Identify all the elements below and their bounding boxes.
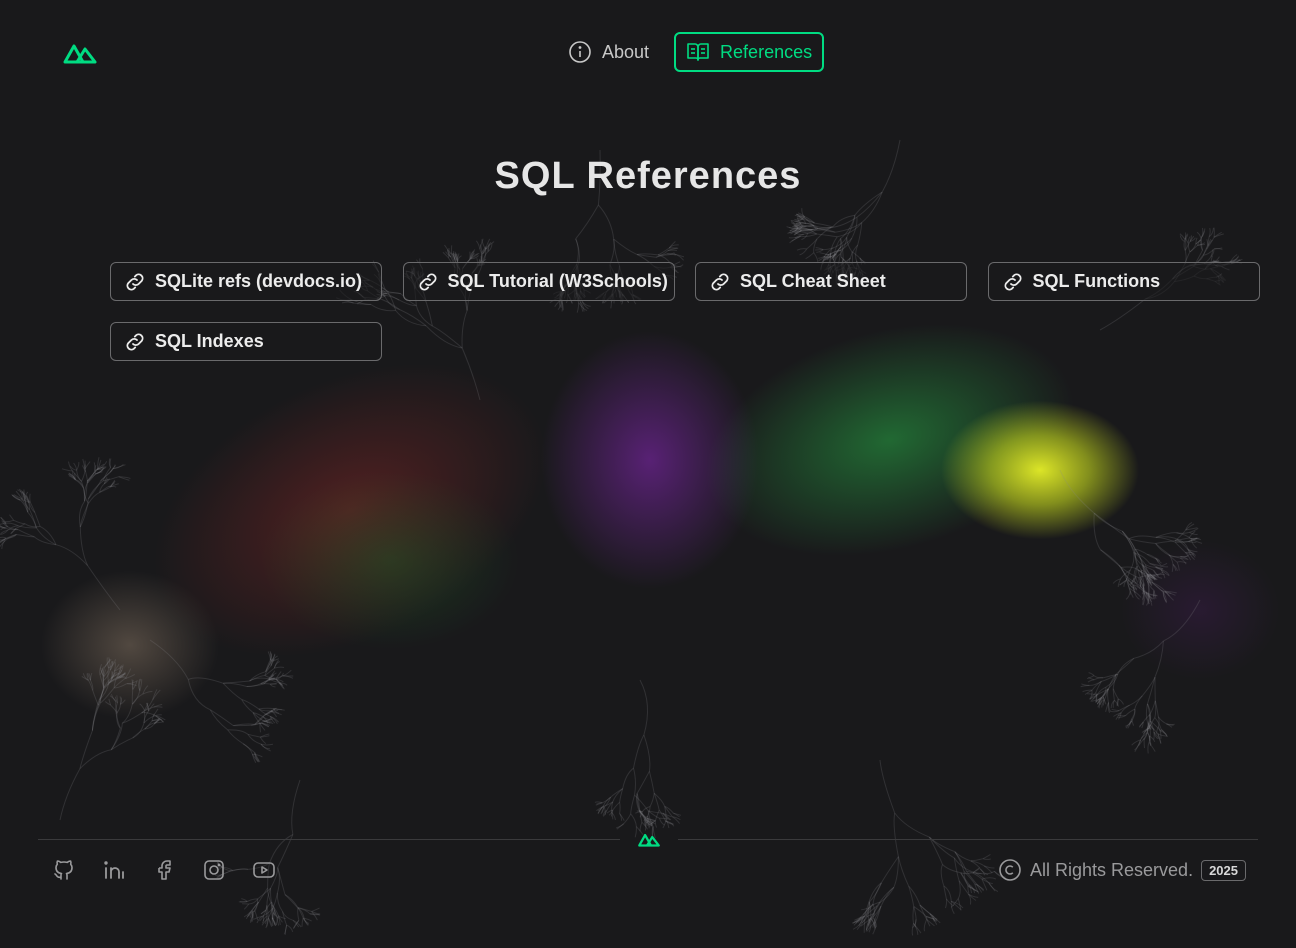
reference-links-grid: SQLite refs (devdocs.io) SQL Tutorial (W… [110,262,1260,361]
link-icon [419,273,436,290]
ref-link-sql-tutorial-w3schools[interactable]: SQL Tutorial (W3Schools) [402,262,675,301]
ref-link-label: SQLite refs (devdocs.io) [155,271,363,291]
info-circle-icon [569,41,591,63]
ref-link-sql-cheat-sheet[interactable]: SQL Cheat Sheet [695,262,967,301]
rights-text: All Rights Reserved. [1030,859,1194,880]
link-icon [711,273,729,290]
link-icon [1004,273,1021,290]
ref-link-sqlite-devdocs[interactable]: SQLite refs (devdocs.io) [110,262,382,301]
social-links [52,858,276,882]
github-icon[interactable] [52,858,76,882]
youtube-icon[interactable] [252,858,276,882]
open-book-icon [687,43,709,61]
facebook-icon[interactable] [152,858,176,882]
site-footer: All Rights Reserved. 2025 [0,826,1296,948]
copyright-icon [999,859,1021,881]
ref-link-sql-indexes[interactable]: SQL Indexes [110,322,382,361]
ref-link-label: SQL Tutorial (W3Schools) [447,271,668,291]
footer-divider [678,839,1258,840]
nav-references-link[interactable]: References [674,32,825,72]
link-icon [126,333,144,350]
page-title: SQL References [494,155,802,197]
instagram-icon[interactable] [202,858,226,882]
site-header: About References [0,0,1296,104]
copyright-notice: All Rights Reserved. 2025 [998,858,1246,882]
ref-link-label: SQL Cheat Sheet [740,271,886,291]
nav-references-label: References [720,41,813,62]
nav-about-link[interactable]: About [566,32,662,72]
ref-link-label: SQL Functions [1032,271,1161,291]
ref-link-sql-functions[interactable]: SQL Functions [987,262,1260,301]
nuxt-logo-icon[interactable] [638,831,660,847]
footer-divider [38,839,620,840]
link-icon [126,273,144,290]
year-badge: 2025 [1201,859,1246,881]
nav-about-label: About [602,41,650,62]
main-nav: About References [566,32,825,72]
linkedin-icon[interactable] [102,858,126,882]
nuxt-logo-icon[interactable] [63,40,97,64]
ref-link-label: SQL Indexes [155,331,264,351]
background-art [0,0,1296,948]
